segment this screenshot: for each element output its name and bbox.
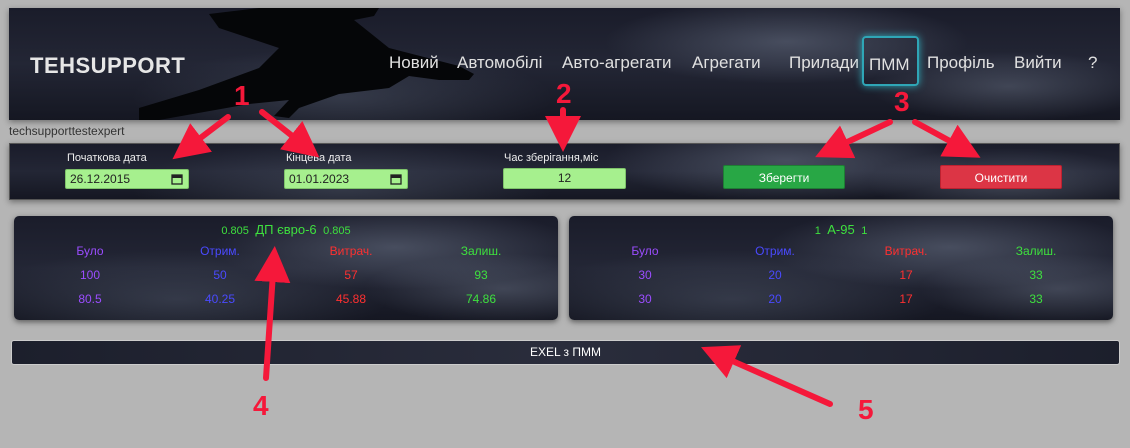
col-header-remaining: Залиш. <box>460 244 502 258</box>
cell-received: 20 <box>768 268 782 282</box>
annotation-number-2: 2 <box>556 78 572 109</box>
fuel-qty-left: 0.805 <box>221 225 249 237</box>
clear-button[interactable]: Очистити <box>940 165 1062 189</box>
calendar-icon[interactable] <box>171 173 183 185</box>
username-label: techsupporttestexpert <box>9 124 125 138</box>
nav-help[interactable]: ? <box>1088 48 1097 82</box>
nav-logout[interactable]: Вийти <box>1014 48 1062 82</box>
cell-remaining: 74.86 <box>465 292 497 306</box>
start-date-input[interactable]: 26.12.2015 <box>65 169 189 189</box>
annotation-number-1: 1 <box>234 80 250 111</box>
cell-remaining: 93 <box>474 268 488 282</box>
nav-profile[interactable]: Профіль <box>927 48 995 82</box>
cell-spent: 17 <box>899 292 913 306</box>
storage-period-input[interactable]: 12 <box>503 168 626 189</box>
cell-remaining: 33 <box>1029 268 1043 282</box>
cell-had: 100 <box>79 268 101 282</box>
fuel-card-title: 1 А-95 1 <box>569 221 1113 239</box>
nav-devices[interactable]: Прилади <box>789 48 859 82</box>
fuel-card-a95: 1 А-95 1 Було Отрим. Витрач. Залиш. 30 2… <box>569 216 1113 320</box>
fuel-name: А-95 <box>827 222 855 237</box>
col-header-had: Було <box>631 244 659 258</box>
cell-received: 50 <box>213 268 227 282</box>
annotation-number-3: 3 <box>894 86 910 117</box>
brand-logo[interactable]: TEHSUPPORT <box>30 53 185 79</box>
storage-period-label: Час зберігання,міс <box>504 152 599 164</box>
cell-had: 80.5 <box>78 292 102 306</box>
col-header-spent: Витрач. <box>884 244 928 258</box>
calendar-icon[interactable] <box>390 173 402 185</box>
fuel-name: ДП євро-6 <box>255 222 317 237</box>
save-button[interactable]: Зберегти <box>723 165 845 189</box>
export-excel-button[interactable]: EXEL з ПММ <box>11 340 1120 365</box>
cell-had: 30 <box>638 292 652 306</box>
start-date-value: 26.12.2015 <box>70 172 131 186</box>
annotation-number-4: 4 <box>253 390 269 421</box>
nav-pmm[interactable]: ПММ <box>862 36 919 86</box>
nav-cars[interactable]: Автомобілі <box>457 48 542 82</box>
col-header-had: Було <box>76 244 104 258</box>
fuel-card-diesel: 0.805 ДП євро-6 0.805 Було Отрим. Витрач… <box>14 216 558 320</box>
col-header-received: Отрим. <box>755 244 795 258</box>
fuel-card-title: 0.805 ДП євро-6 0.805 <box>14 221 558 239</box>
cell-spent: 17 <box>899 268 913 282</box>
cell-remaining: 33 <box>1029 292 1043 306</box>
cell-received: 20 <box>768 292 782 306</box>
fuel-qty-right: 1 <box>861 225 868 237</box>
col-header-received: Отрим. <box>200 244 240 258</box>
end-date-input[interactable]: 01.01.2023 <box>284 169 408 189</box>
end-date-value: 01.01.2023 <box>289 172 350 186</box>
nav-new[interactable]: Новий <box>389 48 439 82</box>
nav-units[interactable]: Агрегати <box>692 48 761 82</box>
cell-spent: 45.88 <box>335 292 367 306</box>
nav-car-units[interactable]: Авто-агрегати <box>562 48 671 82</box>
fuel-qty-right: 0.805 <box>323 225 351 237</box>
fuel-qty-left: 1 <box>814 225 821 237</box>
filter-bar: Початкова дата 26.12.2015 Кінцева дата 0… <box>9 143 1120 200</box>
col-header-spent: Витрач. <box>329 244 373 258</box>
cell-spent: 57 <box>344 268 358 282</box>
start-date-label: Початкова дата <box>67 152 147 164</box>
end-date-label: Кінцева дата <box>286 152 352 164</box>
cell-received: 40.25 <box>204 292 236 306</box>
cell-had: 30 <box>638 268 652 282</box>
annotation-number-5: 5 <box>858 394 874 425</box>
col-header-remaining: Залиш. <box>1015 244 1057 258</box>
